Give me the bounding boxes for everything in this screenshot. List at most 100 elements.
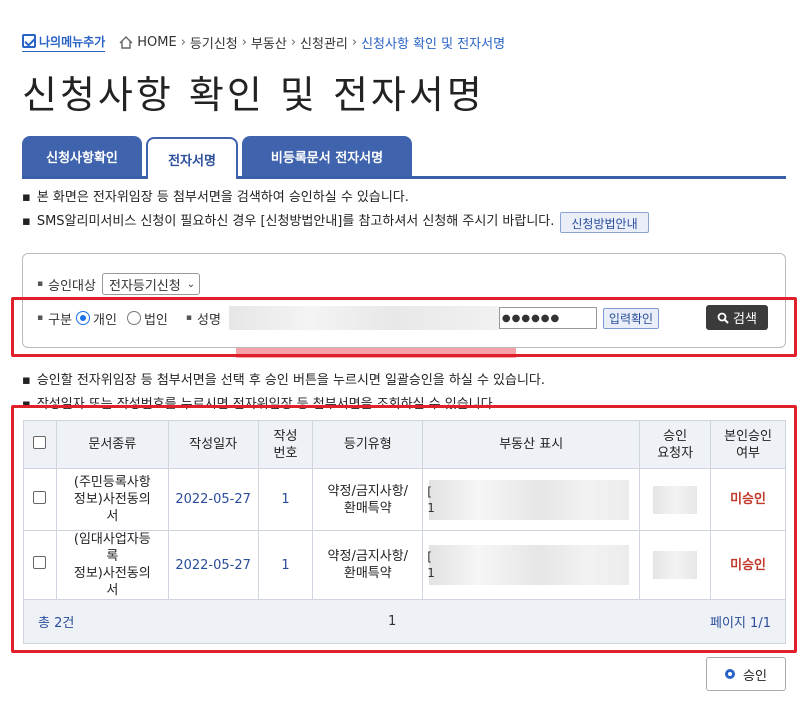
doc-type-cell: (주민등록사항 정보)사전동의 서 bbox=[55, 468, 169, 531]
page-indicator: 페이지 1/1 bbox=[710, 616, 771, 631]
document-table: 문서종류 작성일자 작성 번호 등기유형 부동산 표시 승인 요청자 본인승인 여부 … bbox=[23, 420, 786, 600]
checkmark-icon bbox=[22, 34, 36, 48]
requester-cell bbox=[639, 530, 712, 600]
page-title: 신청사항 확인 및 전자서명 bbox=[22, 73, 485, 117]
breadcrumb-real-estate[interactable]: 부동산 bbox=[251, 33, 287, 52]
property-address-redacted: [1 bbox=[427, 545, 630, 585]
info-notes: ▪ 본 화면은 전자위임장 등 첨부서면을 검색하여 승인하실 수 있습니다. … bbox=[22, 186, 649, 234]
chevron-down-icon: ⌄ bbox=[186, 278, 196, 290]
division-label: 구분 bbox=[48, 312, 73, 328]
total-count: 총 2건 bbox=[38, 616, 75, 631]
home-icon bbox=[119, 35, 133, 49]
status-cell: 미승인 bbox=[710, 530, 786, 600]
row-checkbox-cell bbox=[23, 530, 57, 600]
add-my-menu-link[interactable]: 나의메뉴추가 bbox=[22, 33, 106, 52]
bullet: ▪ bbox=[22, 214, 31, 229]
corporate-radio[interactable] bbox=[126, 311, 141, 325]
tab-unregistered-doc-signature[interactable]: 비등록문서 전자서명 bbox=[242, 136, 412, 176]
col-status-label: 본인승인 여부 bbox=[724, 428, 772, 461]
row-checkbox[interactable] bbox=[33, 556, 47, 569]
bullet: ▪ bbox=[22, 190, 31, 205]
tab-application-check[interactable]: 신청사항확인 bbox=[22, 136, 142, 176]
breadcrumb-separator: › bbox=[351, 34, 358, 50]
circle-icon bbox=[725, 669, 736, 679]
tab-electronic-signature[interactable]: 전자서명 bbox=[146, 137, 238, 179]
identity-row: ▪ 구분 개인 법인 ▪ 성명 ●●●●●● 입력확인 bbox=[37, 306, 660, 330]
breadcrumb-current: 신청사항 확인 및 전자서명 bbox=[361, 36, 506, 52]
info-note: ▪ 본 화면은 전자위임장 등 첨부서면을 검색하여 승인하실 수 있습니다. bbox=[22, 186, 649, 210]
bullet: ▪ bbox=[185, 313, 192, 323]
col-number: 작성 번호 bbox=[257, 420, 314, 469]
requester-redacted bbox=[653, 485, 698, 514]
requester-redacted bbox=[653, 551, 698, 579]
select-all-cell bbox=[23, 420, 57, 469]
page-number[interactable]: 1 bbox=[388, 614, 396, 629]
top-bar: 나의메뉴추가 HOME › 등기신청 › 부동산 › 신청관리 › 신청사항 확… bbox=[22, 32, 505, 52]
select-all-checkbox[interactable] bbox=[33, 435, 47, 449]
col-reg-type: 등기유형 bbox=[312, 420, 424, 469]
table-note: ▪ 작성일자 또는 작성번호를 누르시면 전자위임장 등 첨부서면을 조회하실 … bbox=[22, 393, 782, 411]
col-doc-type: 문서종류 bbox=[55, 420, 169, 469]
status-cell: 미승인 bbox=[710, 468, 786, 531]
info-note-text: SMS알리미서비스 신청이 필요하신 경우 [신청방법안내]를 참고하셔서 신청… bbox=[36, 214, 555, 229]
redaction-bar bbox=[236, 348, 516, 358]
name-label: 성명 bbox=[196, 312, 221, 328]
number-cell[interactable]: 1 bbox=[257, 468, 314, 531]
col-property: 부동산 표시 bbox=[422, 420, 641, 469]
doc-type-cell: (임대사업자등 록 정보)사전동의 서 bbox=[55, 530, 169, 600]
breadcrumb-separator: › bbox=[241, 34, 247, 50]
approve-button-label: 승인 bbox=[743, 668, 767, 684]
property-address-redacted: [1 bbox=[427, 479, 630, 520]
table-row: (주민등록사항 정보)사전동의 서 2022-05-27 1 약정/금지사항/환매특약[1… bbox=[23, 468, 786, 531]
corporate-radio-label: 법인 bbox=[143, 312, 168, 328]
property-address-text: [1 bbox=[427, 484, 435, 515]
application-guide-button[interactable]: 신청방법안내 bbox=[560, 211, 649, 233]
password-input[interactable]: ●●●●●● bbox=[498, 307, 597, 329]
row-checkbox-cell bbox=[23, 468, 57, 531]
breadcrumb-registration[interactable]: 등기신청 bbox=[190, 33, 238, 52]
bullet: ▪ bbox=[22, 373, 31, 388]
table-header-row: 문서종류 작성일자 작성 번호 등기유형 부동산 표시 승인 요청자 본인승인 여부 bbox=[23, 420, 786, 469]
add-my-menu-label: 나의메뉴추가 bbox=[39, 34, 106, 49]
target-label: 승인대상 bbox=[48, 278, 96, 294]
date-cell[interactable]: 2022-05-27 bbox=[167, 468, 259, 531]
number-cell[interactable]: 1 bbox=[257, 530, 314, 600]
info-note-text: 본 화면은 전자위임장 등 첨부서면을 검색하여 승인하실 수 있습니다. bbox=[36, 190, 409, 205]
approve-button[interactable]: 승인 bbox=[706, 657, 786, 691]
col-status: 본인승인 여부 bbox=[710, 420, 786, 469]
bullet: ▪ bbox=[22, 397, 31, 411]
reg-type-cell: 약정/금지사항/환매특약 bbox=[312, 530, 424, 600]
row-checkbox[interactable] bbox=[33, 490, 47, 504]
search-button[interactable]: 검색 bbox=[706, 305, 768, 330]
property-address-text: [1 bbox=[427, 550, 435, 580]
breadcrumb-separator: › bbox=[290, 34, 297, 50]
table-note: ▪ 승인할 전자위임장 등 첨부서면을 선택 후 승인 버튼을 누르시면 일괄승… bbox=[22, 369, 782, 393]
table-row: (임대사업자등 록 정보)사전동의 서 2022-05-27 1 약정/금지사항/환매특약[… bbox=[23, 530, 786, 600]
info-note: ▪ SMS알리미서비스 신청이 필요하신 경우 [신청방법안내]를 참고하셔서 … bbox=[22, 210, 649, 234]
individual-radio-label: 개인 bbox=[93, 312, 117, 328]
breadcrumb-separator: › bbox=[180, 34, 186, 50]
name-input-redacted[interactable] bbox=[228, 306, 499, 330]
reg-type-cell: 약정/금지사항/환매특약 bbox=[312, 468, 424, 531]
target-row: ▪ 승인대상 전자등기신청 ⌄ bbox=[37, 273, 201, 295]
breadcrumb: HOME › 등기신청 › 부동산 › 신청관리 › 신청사항 확인 및 전자서… bbox=[119, 33, 505, 52]
search-icon bbox=[717, 312, 729, 324]
table-note-text: 승인할 전자위임장 등 첨부서면을 선택 후 승인 버튼을 누르시면 일괄승인을… bbox=[36, 373, 546, 388]
table-body: (주민등록사항 정보)사전동의 서 2022-05-27 1 약정/금지사항/환매특약[1… bbox=[23, 468, 786, 600]
breadcrumb-application-management[interactable]: 신청관리 bbox=[300, 33, 348, 52]
search-button-label: 검색 bbox=[733, 312, 757, 327]
requester-cell bbox=[639, 468, 712, 531]
breadcrumb-home[interactable]: HOME bbox=[137, 35, 176, 50]
target-select[interactable]: 전자등기신청 ⌄ bbox=[101, 273, 201, 295]
col-date: 작성일자 bbox=[167, 420, 259, 469]
table-footer: 총 2건 1 페이지 1/1 bbox=[23, 600, 786, 644]
col-requester: 승인 요청자 bbox=[639, 420, 712, 469]
col-number-label: 작성 번호 bbox=[273, 428, 298, 461]
input-confirm-button[interactable]: 입력확인 bbox=[602, 307, 660, 329]
date-cell[interactable]: 2022-05-27 bbox=[167, 530, 259, 600]
search-panel: ▪ 승인대상 전자등기신청 ⌄ ▪ 구분 개인 법인 ▪ 성명 ●●●●●● 입… bbox=[22, 253, 786, 348]
bullet: ▪ bbox=[37, 313, 44, 323]
property-cell: [1 bbox=[422, 468, 641, 531]
table-note-text: 작성일자 또는 작성번호를 누르시면 전자위임장 등 첨부서면을 조회하실 수 … bbox=[36, 397, 497, 411]
individual-radio[interactable] bbox=[76, 311, 91, 325]
